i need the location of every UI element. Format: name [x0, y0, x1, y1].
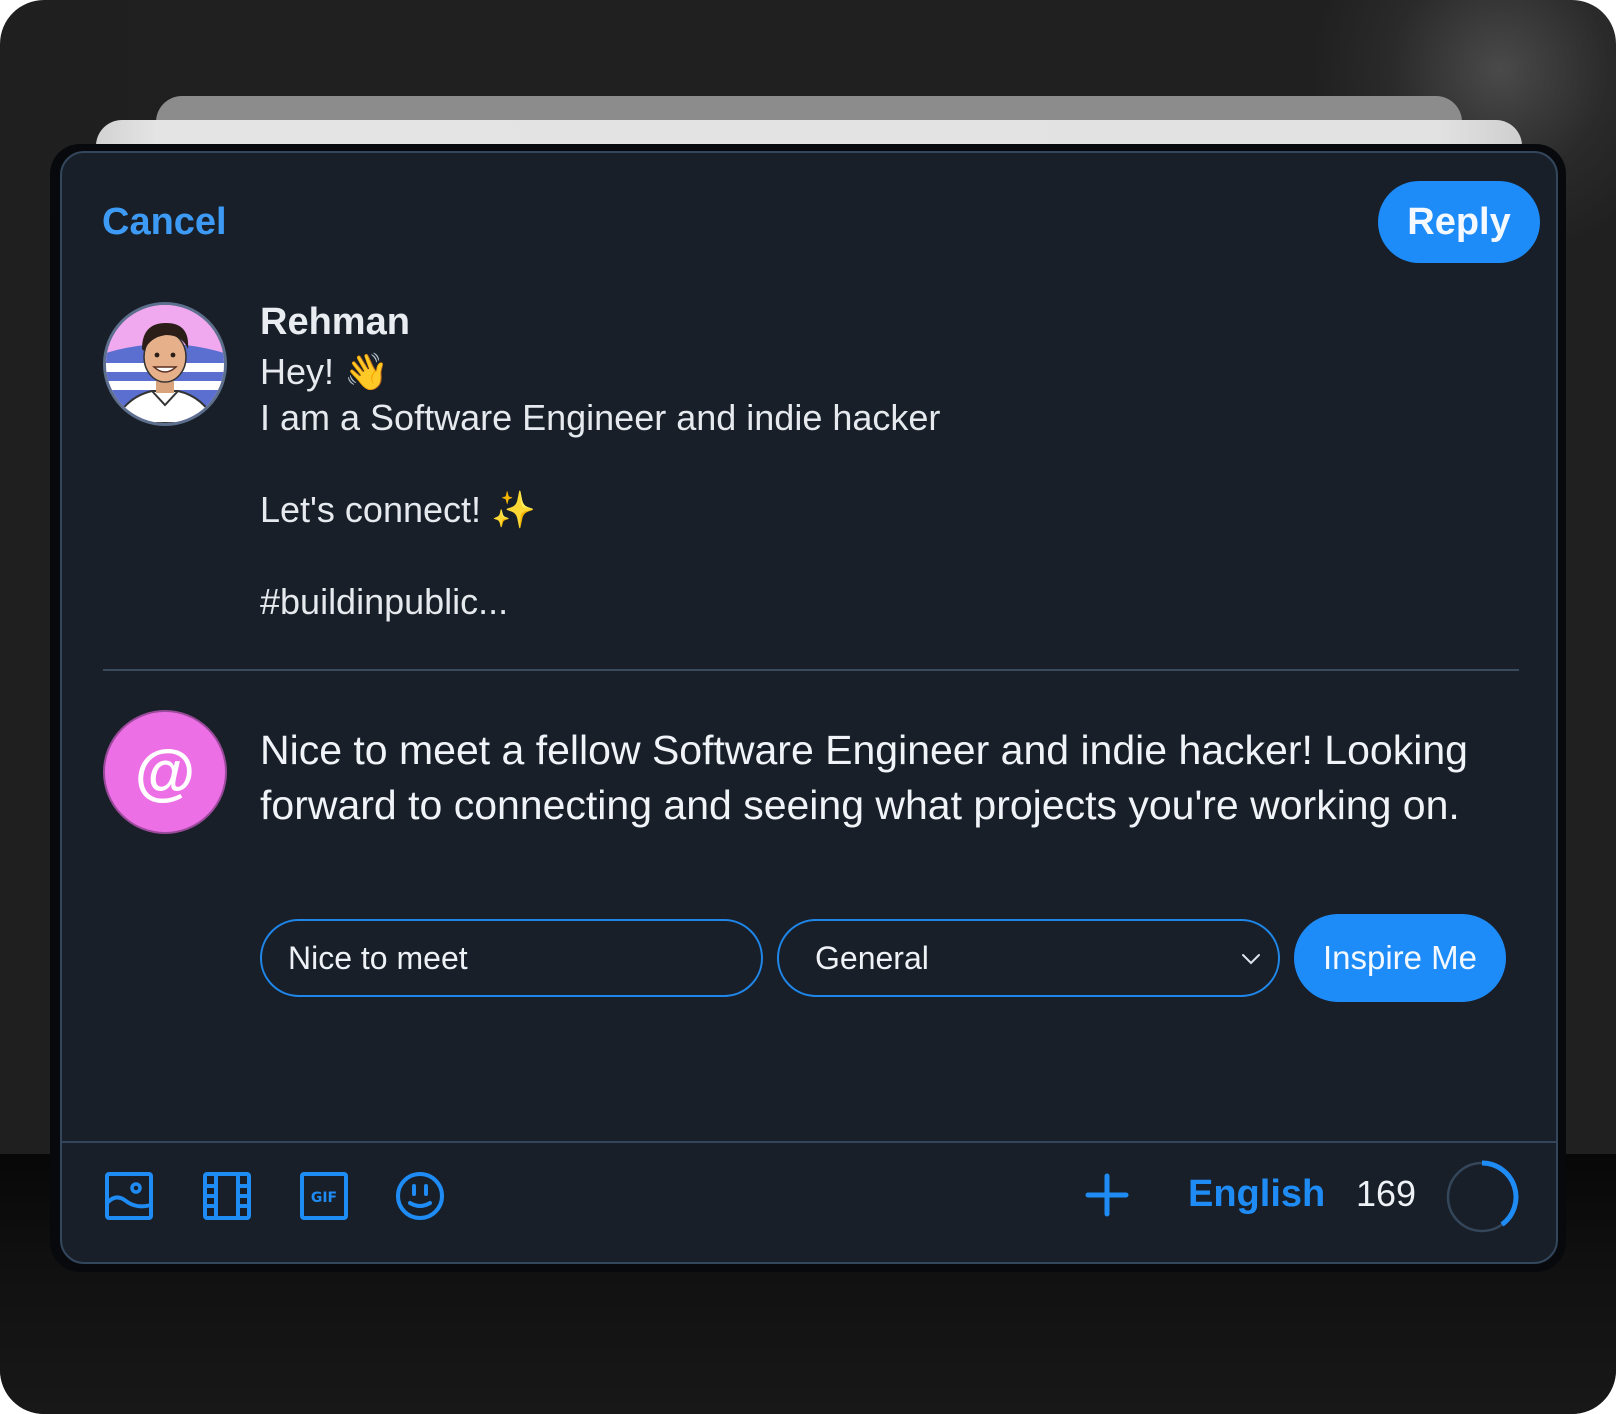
at-sign-icon: @ [103, 710, 227, 834]
generated-reply-text[interactable]: Nice to meet a fellow Software Engineer … [260, 723, 1520, 833]
tone-select[interactable]: General [777, 919, 1280, 997]
plus-icon[interactable] [1084, 1172, 1130, 1218]
inspire-me-button[interactable]: Inspire Me [1294, 914, 1506, 1002]
character-progress-ring [1446, 1160, 1519, 1233]
divider [103, 669, 1519, 671]
image-icon[interactable] [104, 1171, 154, 1221]
profile-photo-illustration [106, 305, 224, 423]
cancel-button[interactable]: Cancel [102, 201, 227, 244]
emoji-icon[interactable] [395, 1171, 445, 1221]
chevron-down-icon [1242, 954, 1260, 965]
author-name: Rehman [260, 301, 410, 343]
reply-button[interactable]: Reply [1378, 181, 1540, 263]
language-selector[interactable]: English [1188, 1173, 1325, 1216]
original-post-text: Hey! 👋 I am a Software Engineer and indi… [260, 351, 941, 622]
gif-icon[interactable]: GIF [299, 1171, 349, 1221]
character-progress-arc [1481, 1160, 1519, 1227]
toolbar-divider [62, 1141, 1556, 1143]
prompt-input[interactable] [260, 919, 763, 997]
tone-select-value: General [815, 939, 929, 976]
author-avatar [103, 302, 227, 426]
reply-composer-card: Cancel Reply Rehman Hey! 👋 I am a Softwa… [60, 151, 1558, 1264]
svg-text:GIF: GIF [311, 1190, 337, 1206]
video-icon[interactable] [202, 1171, 252, 1221]
characters-remaining: 169 [1356, 1173, 1417, 1214]
